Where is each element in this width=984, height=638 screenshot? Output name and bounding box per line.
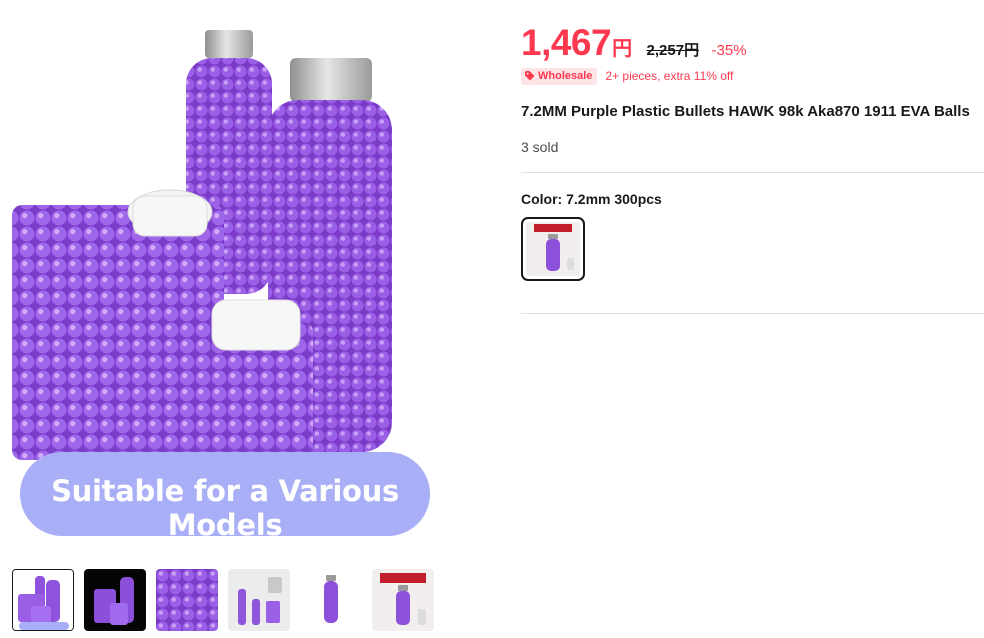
price-row: 1,467円 2,257円 -35% [521, 22, 747, 66]
thumbnail-5[interactable] [300, 569, 362, 631]
currency-symbol: 円 [612, 38, 633, 60]
thumbnail-4[interactable] [228, 569, 290, 631]
sold-count: 3 sold [521, 139, 559, 155]
wholesale-note: 2+ pieces, extra 11% off [605, 69, 734, 83]
original-price: 2,257円 [646, 42, 700, 59]
color-swatch-selected[interactable] [521, 217, 585, 281]
wholesale-badge-label: Wholesale [538, 70, 593, 82]
thumbnail-1[interactable] [12, 569, 74, 631]
divider [521, 313, 984, 314]
wholesale-badge: Wholesale [521, 67, 598, 85]
color-label: Color: 7.2mm 300pcs [521, 191, 662, 207]
wholesale-row: Wholesale 2+ pieces, extra 11% off [521, 67, 733, 85]
thumbnail-6[interactable] [372, 569, 434, 631]
promo-banner-text: Suitable for a Various Models [51, 474, 399, 542]
main-product-image[interactable]: Suitable for a Various Models [0, 0, 480, 548]
discount-badge: -35% [711, 42, 747, 59]
divider [521, 172, 984, 173]
promo-banner: Suitable for a Various Models [20, 452, 430, 542]
tag-icon [525, 71, 535, 81]
thumbnail-2[interactable] [84, 569, 146, 631]
thumbnail-3[interactable] [156, 569, 218, 631]
current-price: 1,467 [521, 22, 612, 63]
product-title: 7.2MM Purple Plastic Bullets HAWK 98k Ak… [521, 103, 970, 120]
